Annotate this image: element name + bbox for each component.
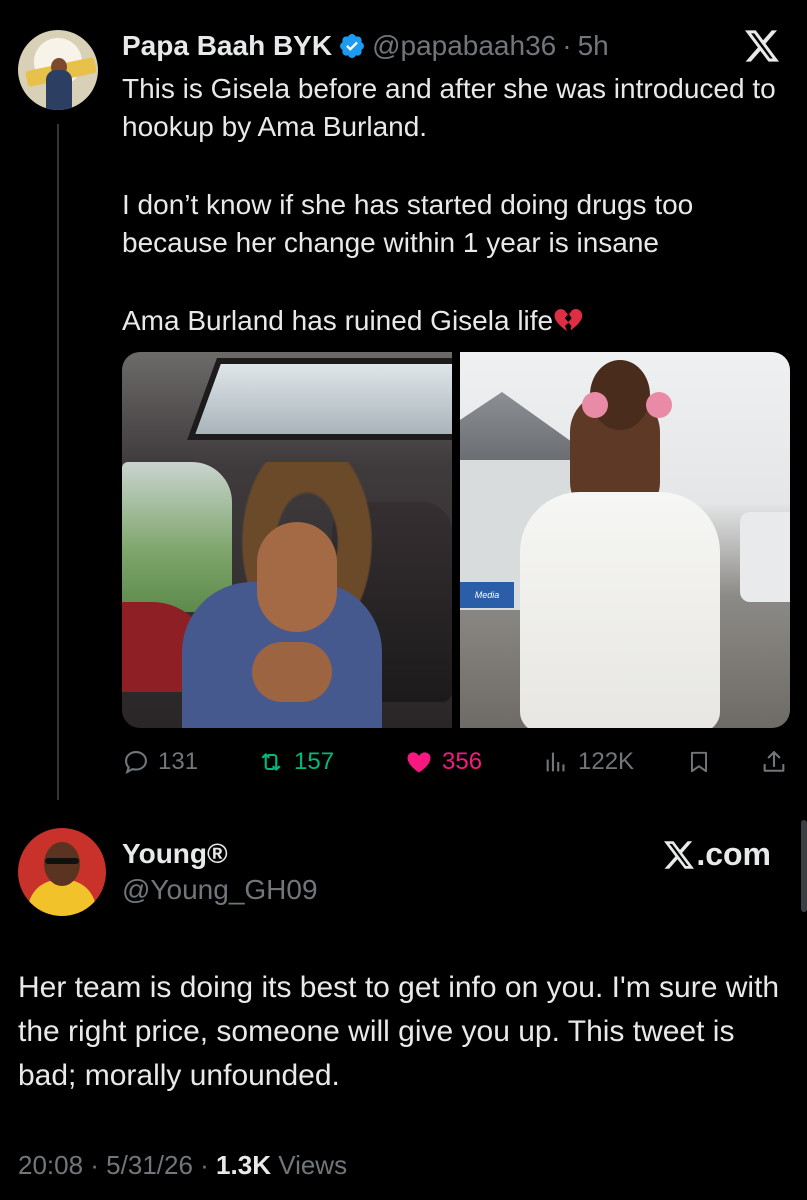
retweet-count: 157 — [294, 748, 335, 775]
timestamp[interactable]: 5h — [578, 30, 609, 62]
x-logo-icon — [664, 840, 695, 869]
bookmark-icon — [690, 751, 708, 773]
verified-badge-icon — [340, 34, 365, 58]
quoted-tweet[interactable]: Papa Baah BYK @papabaah36 · 5h This is G… — [0, 0, 807, 800]
retweet-button[interactable]: 157 — [256, 742, 334, 782]
reply-meta: 20:08 · 5/31/26 · 1.3K Views — [18, 1150, 347, 1181]
analytics-icon — [546, 752, 565, 772]
retweet-icon — [261, 753, 281, 771]
display-name[interactable]: Young® — [122, 838, 228, 870]
handle[interactable]: @Young_GH09 — [122, 874, 318, 906]
x-com-link[interactable]: .com — [664, 836, 771, 873]
tweet-paragraph-text: Ama Burland has ruined Gisela life — [122, 305, 554, 336]
like-button[interactable]: 356 — [404, 742, 482, 782]
tweet-header: Papa Baah BYK @papabaah36 · 5h — [122, 28, 609, 64]
reply-count: 131 — [158, 748, 199, 775]
media-watermark: Media — [460, 582, 514, 608]
tweet-photo-before[interactable] — [122, 352, 452, 728]
media-grid: Media — [122, 352, 790, 728]
reply-views-count: 1.3K — [216, 1150, 271, 1180]
separator: · — [562, 30, 572, 61]
reply-views-label: Views — [278, 1150, 348, 1180]
views-button[interactable]: 122K — [542, 742, 634, 782]
reply-button[interactable]: 131 — [122, 742, 198, 782]
handle[interactable]: @papabaah36 — [372, 30, 556, 62]
display-name[interactable]: Papa Baah BYK — [122, 30, 332, 62]
action-bar: 131 157 356 122K — [122, 742, 792, 782]
avatar[interactable] — [18, 828, 106, 916]
share-icon — [763, 751, 785, 772]
heart-icon — [407, 752, 431, 773]
view-count: 122K — [578, 748, 635, 775]
tweet-photo-after[interactable]: Media — [460, 352, 790, 728]
tweet-text: This is Gisela before and after she was … — [122, 70, 792, 340]
scrollbar-thumb[interactable] — [801, 820, 807, 912]
avatar[interactable] — [18, 30, 98, 110]
tweet-paragraph: I don’t know if she has started doing dr… — [122, 189, 694, 258]
x-logo-icon[interactable] — [745, 30, 779, 62]
x-com-label: .com — [696, 836, 771, 872]
reply-text: Her team is doing its best to get info o… — [18, 971, 780, 1092]
reply-timestamp[interactable]: 20:08 · 5/31/26 · — [18, 1150, 209, 1180]
bookmark-button[interactable] — [686, 742, 712, 782]
tweet-paragraph: This is Gisela before and after she was … — [122, 73, 776, 142]
like-count: 356 — [442, 748, 483, 775]
tweet-paragraph: Ama Burland has ruined Gisela life — [122, 302, 792, 340]
broken-heart-icon — [554, 309, 583, 332]
share-button[interactable] — [760, 742, 788, 782]
reply-icon — [125, 751, 147, 775]
thread-line — [57, 124, 59, 800]
